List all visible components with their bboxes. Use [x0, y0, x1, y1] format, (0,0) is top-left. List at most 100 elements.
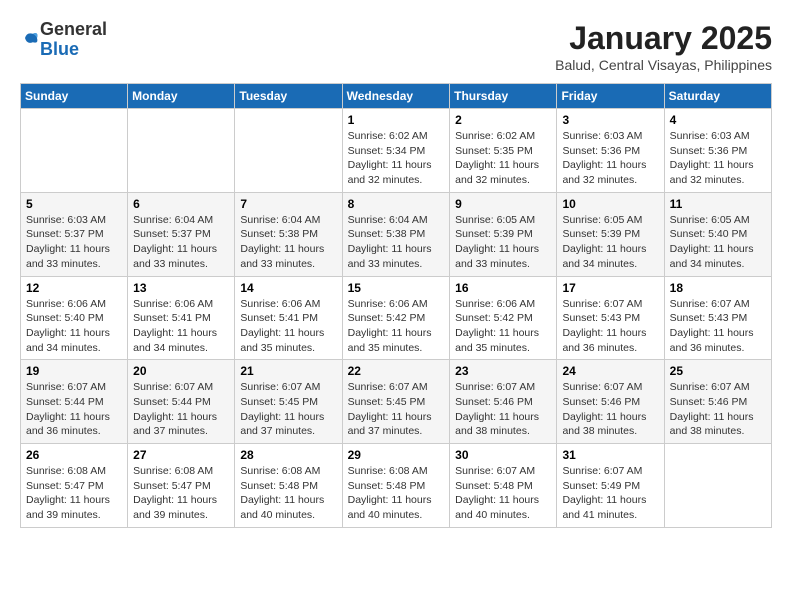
day-number: 29 [348, 448, 445, 462]
day-info: Sunrise: 6:08 AMSunset: 5:47 PMDaylight:… [26, 464, 122, 523]
calendar-day-cell: 24 Sunrise: 6:07 AMSunset: 5:46 PMDayligh… [557, 360, 664, 444]
day-info: Sunrise: 6:04 AMSunset: 5:38 PMDaylight:… [348, 213, 445, 272]
calendar-week-row: 26 Sunrise: 6:08 AMSunset: 5:47 PMDayligh… [21, 444, 772, 528]
day-info: Sunrise: 6:03 AMSunset: 5:36 PMDaylight:… [562, 129, 658, 188]
calendar-day-cell: 19 Sunrise: 6:07 AMSunset: 5:44 PMDayligh… [21, 360, 128, 444]
day-info: Sunrise: 6:02 AMSunset: 5:34 PMDaylight:… [348, 129, 445, 188]
weekday-header: Friday [557, 84, 664, 109]
page-header: General Blue January 2025 Balud, Central… [20, 20, 772, 73]
day-number: 4 [670, 113, 766, 127]
calendar-day-cell: 16Sunrise: 6:06 AMSunset: 5:42 PMDayligh… [450, 276, 557, 360]
logo-blue: Blue [40, 40, 107, 60]
day-info: Sunrise: 6:07 AMSunset: 5:46 PMDaylight:… [670, 380, 766, 439]
calendar-table: SundayMondayTuesdayWednesdayThursdayFrid… [20, 83, 772, 528]
calendar-day-cell: 23 Sunrise: 6:07 AMSunset: 5:46 PMDayligh… [450, 360, 557, 444]
day-number: 21 [240, 364, 336, 378]
day-number: 13 [133, 281, 229, 295]
calendar-day-cell: 4 Sunrise: 6:03 AMSunset: 5:36 PMDaylight… [664, 109, 771, 193]
weekday-header: Monday [128, 84, 235, 109]
day-number: 15 [348, 281, 445, 295]
day-number: 24 [562, 364, 658, 378]
day-number: 18 [670, 281, 766, 295]
day-info: Sunrise: 6:06 AMSunset: 5:40 PMDaylight:… [26, 297, 122, 356]
calendar-day-cell: 20 Sunrise: 6:07 AMSunset: 5:44 PMDayligh… [128, 360, 235, 444]
day-info: Sunrise: 6:07 AMSunset: 5:46 PMDaylight:… [455, 380, 551, 439]
day-info: Sunrise: 6:07 AMSunset: 5:45 PMDaylight:… [240, 380, 336, 439]
calendar-day-cell: 5 Sunrise: 6:03 AMSunset: 5:37 PMDaylight… [21, 192, 128, 276]
weekday-header: Wednesday [342, 84, 450, 109]
day-number: 30 [455, 448, 551, 462]
day-number: 20 [133, 364, 229, 378]
day-info: Sunrise: 6:06 AMSunset: 5:41 PMDaylight:… [240, 297, 336, 356]
weekday-header-row: SundayMondayTuesdayWednesdayThursdayFrid… [21, 84, 772, 109]
day-info: Sunrise: 6:06 AMSunset: 5:41 PMDaylight:… [133, 297, 229, 356]
calendar-day-cell: 30 Sunrise: 6:07 AMSunset: 5:48 PMDayligh… [450, 444, 557, 528]
day-number: 25 [670, 364, 766, 378]
title-block: January 2025 Balud, Central Visayas, Phi… [555, 20, 772, 73]
day-number: 2 [455, 113, 551, 127]
day-info: Sunrise: 6:07 AMSunset: 5:44 PMDaylight:… [133, 380, 229, 439]
calendar-week-row: 1Sunrise: 6:02 AMSunset: 5:34 PMDaylight… [21, 109, 772, 193]
calendar-day-cell: 7Sunrise: 6:04 AMSunset: 5:38 PMDaylight… [235, 192, 342, 276]
day-info: Sunrise: 6:07 AMSunset: 5:49 PMDaylight:… [562, 464, 658, 523]
weekday-header: Saturday [664, 84, 771, 109]
day-number: 5 [26, 197, 122, 211]
calendar-week-row: 5 Sunrise: 6:03 AMSunset: 5:37 PMDaylight… [21, 192, 772, 276]
calendar-day-cell: 13 Sunrise: 6:06 AMSunset: 5:41 PMDayligh… [128, 276, 235, 360]
calendar-day-cell: 26 Sunrise: 6:08 AMSunset: 5:47 PMDayligh… [21, 444, 128, 528]
day-number: 6 [133, 197, 229, 211]
day-number: 11 [670, 197, 766, 211]
logo-text: General Blue [40, 20, 107, 60]
day-info: Sunrise: 6:04 AMSunset: 5:38 PMDaylight:… [240, 213, 336, 272]
calendar-day-cell: 8Sunrise: 6:04 AMSunset: 5:38 PMDaylight… [342, 192, 450, 276]
weekday-header: Thursday [450, 84, 557, 109]
day-number: 28 [240, 448, 336, 462]
day-info: Sunrise: 6:05 AMSunset: 5:39 PMDaylight:… [455, 213, 551, 272]
calendar-day-cell: 1Sunrise: 6:02 AMSunset: 5:34 PMDaylight… [342, 109, 450, 193]
calendar-day-cell: 17 Sunrise: 6:07 AMSunset: 5:43 PMDayligh… [557, 276, 664, 360]
calendar-day-cell: 14 Sunrise: 6:06 AMSunset: 5:41 PMDayligh… [235, 276, 342, 360]
day-info: Sunrise: 6:07 AMSunset: 5:43 PMDaylight:… [562, 297, 658, 356]
weekday-header: Sunday [21, 84, 128, 109]
day-info: Sunrise: 6:07 AMSunset: 5:48 PMDaylight:… [455, 464, 551, 523]
logo: General Blue [20, 20, 107, 60]
day-info: Sunrise: 6:03 AMSunset: 5:37 PMDaylight:… [26, 213, 122, 272]
day-number: 14 [240, 281, 336, 295]
calendar-day-cell: 27Sunrise: 6:08 AMSunset: 5:47 PMDayligh… [128, 444, 235, 528]
month-title: January 2025 [555, 20, 772, 57]
day-info: Sunrise: 6:05 AMSunset: 5:40 PMDaylight:… [670, 213, 766, 272]
day-info: Sunrise: 6:02 AMSunset: 5:35 PMDaylight:… [455, 129, 551, 188]
calendar-day-cell: 22 Sunrise: 6:07 AMSunset: 5:45 PMDayligh… [342, 360, 450, 444]
calendar-day-cell: 25 Sunrise: 6:07 AMSunset: 5:46 PMDayligh… [664, 360, 771, 444]
day-info: Sunrise: 6:04 AMSunset: 5:37 PMDaylight:… [133, 213, 229, 272]
day-number: 26 [26, 448, 122, 462]
day-number: 3 [562, 113, 658, 127]
day-info: Sunrise: 6:08 AMSunset: 5:48 PMDaylight:… [240, 464, 336, 523]
day-info: Sunrise: 6:07 AMSunset: 5:46 PMDaylight:… [562, 380, 658, 439]
calendar-day-cell: 10Sunrise: 6:05 AMSunset: 5:39 PMDayligh… [557, 192, 664, 276]
day-number: 23 [455, 364, 551, 378]
logo-icon [22, 29, 40, 47]
calendar-day-cell: 11 Sunrise: 6:05 AMSunset: 5:40 PMDayligh… [664, 192, 771, 276]
day-number: 19 [26, 364, 122, 378]
day-number: 9 [455, 197, 551, 211]
calendar-day-cell: 2 Sunrise: 6:02 AMSunset: 5:35 PMDaylight… [450, 109, 557, 193]
day-info: Sunrise: 6:07 AMSunset: 5:44 PMDaylight:… [26, 380, 122, 439]
weekday-header: Tuesday [235, 84, 342, 109]
day-number: 27 [133, 448, 229, 462]
day-info: Sunrise: 6:03 AMSunset: 5:36 PMDaylight:… [670, 129, 766, 188]
location-title: Balud, Central Visayas, Philippines [555, 57, 772, 73]
calendar-day-cell [235, 109, 342, 193]
calendar-day-cell: 31Sunrise: 6:07 AMSunset: 5:49 PMDayligh… [557, 444, 664, 528]
calendar-day-cell: 18 Sunrise: 6:07 AMSunset: 5:43 PMDayligh… [664, 276, 771, 360]
day-number: 12 [26, 281, 122, 295]
day-info: Sunrise: 6:07 AMSunset: 5:43 PMDaylight:… [670, 297, 766, 356]
day-info: Sunrise: 6:08 AMSunset: 5:48 PMDaylight:… [348, 464, 445, 523]
day-number: 17 [562, 281, 658, 295]
day-number: 22 [348, 364, 445, 378]
calendar-day-cell [664, 444, 771, 528]
calendar-day-cell [21, 109, 128, 193]
day-info: Sunrise: 6:07 AMSunset: 5:45 PMDaylight:… [348, 380, 445, 439]
calendar-day-cell: 3 Sunrise: 6:03 AMSunset: 5:36 PMDaylight… [557, 109, 664, 193]
calendar-day-cell [128, 109, 235, 193]
